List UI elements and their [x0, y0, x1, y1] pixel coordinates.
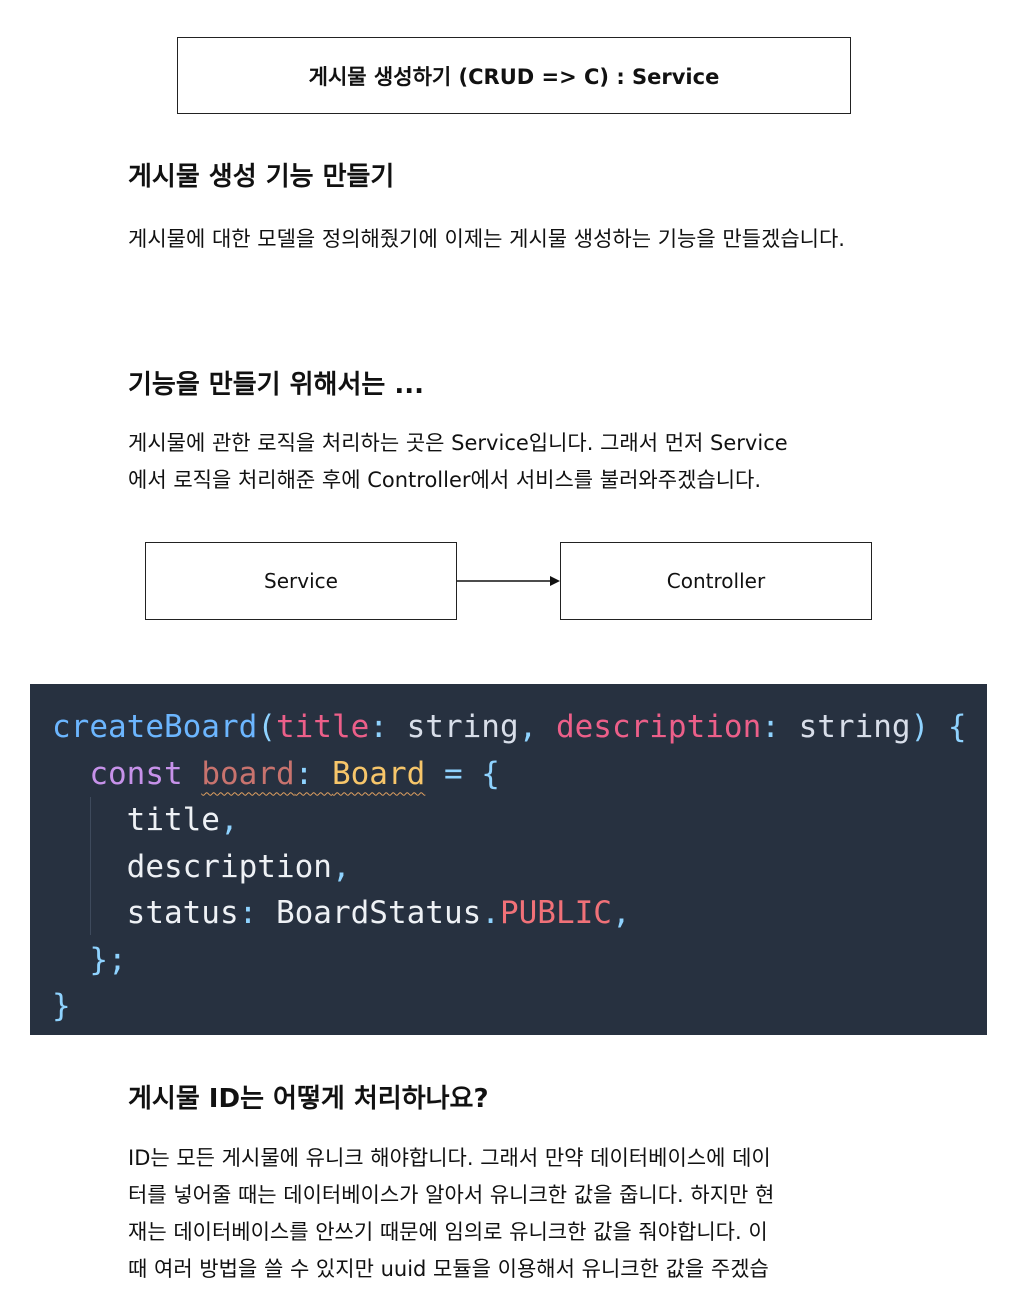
section-paragraph-line: 때 여러 방법을 쓸 수 있지만 uuid 모듈을 이용해서 유니크한 값을 주… — [128, 1257, 769, 1281]
page-title-box: 게시물 생성하기 (CRUD => C) : Service — [177, 37, 851, 114]
code-type: string — [406, 709, 519, 745]
code-class: Board — [331, 755, 426, 792]
flow-arrow — [457, 576, 560, 586]
flow-box-service: Service — [145, 542, 457, 620]
flow-box-label: Controller — [666, 569, 766, 593]
code-variable: board — [201, 755, 295, 792]
section-heading: 게시물 ID는 어떻게 처리하나요? — [128, 1084, 489, 1114]
code-enum: BoardStatus — [275, 895, 482, 931]
code-param: title — [275, 709, 370, 745]
code-fn-name: createBoard — [52, 709, 258, 745]
code-property: status — [126, 895, 239, 931]
code-block: createBoard(title: string, description: … — [30, 684, 987, 1035]
section-paragraph-line: 터를 넣어줄 때는 데이터베이스가 알아서 유니크한 값을 줍니다. 하지만 현 — [128, 1183, 775, 1207]
section-board-id: 게시물 ID는 어떻게 처리하나요? ID는 모든 게시물에 유니크 해야합니다… — [128, 1082, 898, 1288]
code-param: description — [555, 709, 762, 745]
code-property: description — [126, 848, 332, 885]
section-heading: 기능을 만들기 위해서는 ... — [128, 370, 424, 400]
section-paragraph-line: 게시물에 관한 로직을 처리하는 곳은 Service입니다. 그래서 먼저 S… — [128, 431, 788, 455]
indent-guide — [90, 797, 91, 935]
page-title: 게시물 생성하기 (CRUD => C) : Service — [308, 64, 720, 89]
section-paragraph-line: ID는 모든 게시물에 유니크 해야합니다. 그래서 만약 데이터베이스에 데이 — [128, 1146, 771, 1170]
section-how-to-build: 기능을 만들기 위해서는 ... 게시물에 관한 로직을 처리하는 곳은 Ser… — [128, 368, 898, 499]
code-property: title — [126, 802, 220, 838]
code-enum-value: PUBLIC — [499, 895, 612, 931]
code-keyword: const — [89, 755, 183, 792]
flow-box-label: Service — [264, 569, 338, 593]
section-create-feature: 게시물 생성 기능 만들기 게시물에 대한 모델을 정의해줬기에 이제는 게시물… — [128, 160, 898, 267]
code-type: string — [798, 709, 911, 745]
section-heading: 게시물 생성 기능 만들기 — [128, 162, 395, 192]
section-paragraph-line: 재는 데이터베이스를 안쓰기 때문에 임의로 유니크한 값을 줘야합니다. 이 — [128, 1220, 768, 1244]
section-paragraph-line: 에서 로직을 처리해준 후에 Controller에서 서비스를 불러와주겠습니… — [128, 468, 762, 492]
flow-box-controller: Controller — [560, 542, 872, 620]
section-paragraph: 게시물에 대한 모델을 정의해줬기에 이제는 게시물 생성하는 기능을 만들겠습… — [128, 227, 845, 251]
